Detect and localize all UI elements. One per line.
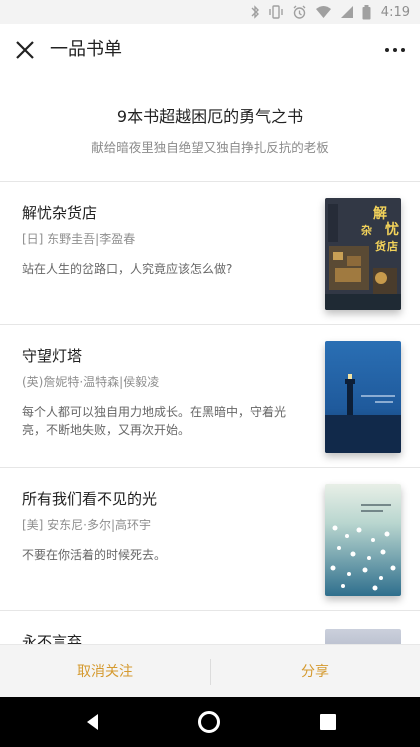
close-button[interactable] [12, 37, 38, 63]
book-cover[interactable] [325, 484, 401, 596]
book-cover[interactable] [325, 341, 401, 453]
list-title: 9本书超越困厄的勇气之书 [116, 107, 304, 126]
recent-apps-icon[interactable] [320, 714, 336, 730]
alarm-icon [293, 5, 306, 19]
status-time: 4:19 [380, 4, 410, 20]
book-title: 所有我们看不见的光 [22, 490, 158, 508]
more-icon [385, 48, 389, 52]
close-icon [16, 41, 34, 59]
page-title: 一品书单 [50, 39, 122, 60]
book-title: 解忧杂货店 [22, 204, 98, 222]
share-button[interactable]: 分享 [210, 645, 420, 697]
book-cover[interactable]: 解 忧 杂 货 店 [325, 198, 401, 310]
book-item[interactable]: 所有我们看不见的光 [美] 安东尼·多尔|高环宇 不要在你活着的时候死去。 [0, 468, 420, 611]
vibrate-icon [269, 5, 283, 19]
bluetooth-icon [251, 5, 259, 19]
more-icon [393, 48, 397, 52]
wifi-icon [315, 6, 331, 18]
signal-icon [340, 6, 353, 18]
unfollow-button[interactable]: 取消关注 [0, 645, 210, 697]
book-description: 不要在你活着的时候死去。 [22, 548, 167, 562]
back-icon[interactable] [84, 712, 100, 732]
book-author: [美] 安东尼·多尔|高环宇 [22, 518, 152, 532]
book-cover-title: 货 [374, 239, 386, 253]
book-cover-title: 店 [387, 239, 398, 253]
book-cover-title: 解 [373, 205, 387, 222]
title-bar: 一品书单 [0, 24, 420, 76]
status-bar: 4:19 [0, 0, 420, 24]
list-header: 9本书超越困厄的勇气之书 献给暗夜里独自绝望又独自挣扎反抗的老板 [0, 76, 420, 182]
book-item[interactable]: 解忧杂货店 [日] 东野圭吾|李盈春 站在人生的岔路口，人究竟应该怎么做? 解 … [0, 182, 420, 325]
book-cover-image: 解 忧 杂 货 店 [325, 198, 401, 310]
system-nav-bar [0, 697, 420, 747]
book-description: 站在人生的岔路口，人究竟应该怎么做? [22, 262, 233, 276]
book-cover-image [325, 484, 401, 596]
status-icons: 4:19 [250, 4, 410, 20]
book-description: 每个人都可以独自用力地成长。在黑暗中，守着光亮，不断地失败，又再次开始。 [22, 405, 287, 437]
book-author: [日] 东野圭吾|李盈春 [22, 232, 136, 246]
list-subtitle: 献给暗夜里独自绝望又独自挣扎反抗的老板 [91, 140, 329, 155]
more-button[interactable] [382, 37, 408, 63]
book-item[interactable]: 守望灯塔 (英)詹妮特·温特森|侯毅凌 每个人都可以独自用力地成长。在黑暗中，守… [0, 325, 420, 468]
book-author: (英)詹妮特·温特森|侯毅凌 [22, 375, 160, 389]
home-icon[interactable] [198, 711, 220, 733]
bottom-action-bar: 取消关注 分享 [0, 644, 420, 697]
more-icon [401, 48, 405, 52]
book-cover-title: 杂 [361, 223, 372, 237]
book-title: 守望灯塔 [22, 347, 83, 365]
book-cover-title: 忧 [385, 221, 399, 238]
battery-icon [362, 4, 371, 19]
book-cover-image [325, 341, 401, 453]
